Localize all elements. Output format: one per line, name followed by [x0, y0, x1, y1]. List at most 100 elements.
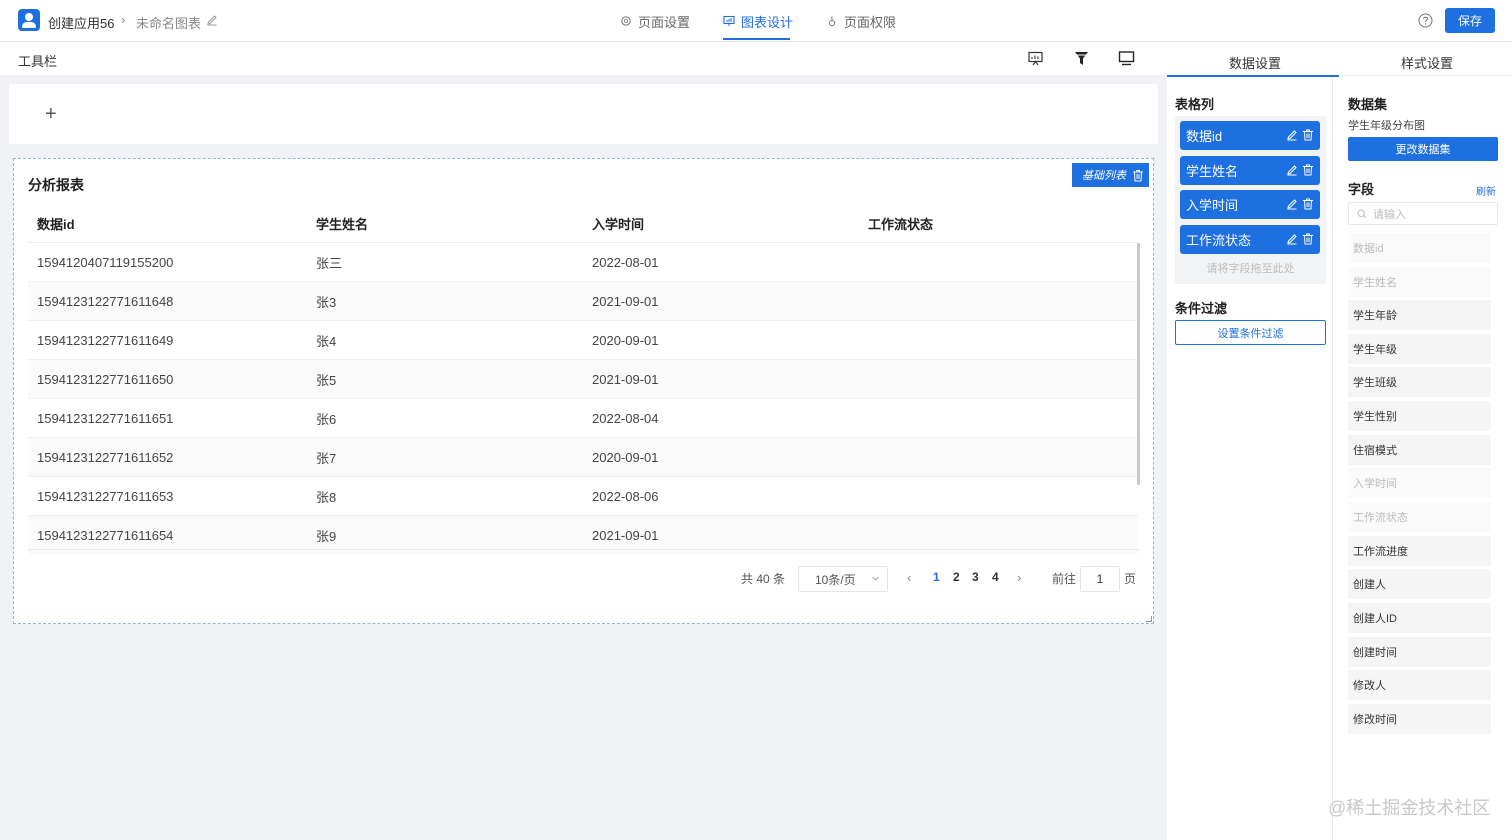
- page-number[interactable]: 1: [933, 570, 940, 584]
- table-row[interactable]: 1594120407119155200 张三 2022-08-01: [28, 243, 1138, 282]
- field-item[interactable]: 学生班级: [1348, 367, 1491, 397]
- component-type-label: 基础列表: [1082, 170, 1126, 182]
- edit-icon[interactable]: [1286, 233, 1298, 245]
- save-button[interactable]: 保存: [1445, 8, 1495, 33]
- set-filter-button[interactable]: 设置条件过滤: [1175, 320, 1326, 345]
- add-button[interactable]: +: [45, 104, 57, 124]
- tab-label: 页面设置: [638, 14, 691, 30]
- field-item[interactable]: 数据id: [1348, 233, 1491, 263]
- trash-icon[interactable]: [1302, 198, 1314, 210]
- cell-id: 1594123122771611648: [37, 293, 174, 309]
- table-row[interactable]: 1594123122771611653 张8 2022-08-06: [28, 477, 1138, 516]
- table-row[interactable]: 1594123122771611649 张4 2020-09-01: [28, 321, 1138, 360]
- prev-page-button[interactable]: ‹: [907, 570, 911, 585]
- table-row[interactable]: 1594123122771611650 张5 2021-09-01: [28, 360, 1138, 399]
- report-card[interactable]: 分析报表 基础列表 数据id 学生姓名 入学时间 工作流状态 159412040…: [13, 158, 1154, 624]
- change-dataset-button[interactable]: 更改数据集: [1348, 137, 1498, 161]
- field-search-input[interactable]: 请输入: [1348, 202, 1498, 225]
- help-icon[interactable]: [1418, 13, 1433, 28]
- cell-date: 2021-09-01: [592, 528, 659, 543]
- cell-id: 1594123122771611651: [37, 410, 174, 426]
- tab-chart-design[interactable]: 图表设计: [723, 13, 794, 30]
- field-item[interactable]: 入学时间: [1348, 468, 1491, 498]
- cell-id: 1594123122771611653: [37, 488, 174, 504]
- edit-icon[interactable]: [1286, 129, 1298, 141]
- edit-icon[interactable]: [1286, 198, 1298, 210]
- field-item[interactable]: 创建人ID: [1348, 603, 1491, 633]
- search-placeholder: 请输入: [1373, 208, 1406, 221]
- trash-icon[interactable]: [1302, 129, 1314, 141]
- field-item[interactable]: 住宿模式: [1348, 435, 1491, 465]
- add-component-card[interactable]: +: [9, 84, 1158, 144]
- field-item[interactable]: 学生性别: [1348, 401, 1491, 431]
- table-scrollbar[interactable]: [1137, 243, 1140, 485]
- column-chip-label: 工作流状态: [1186, 233, 1252, 248]
- field-item[interactable]: 学生姓名: [1348, 267, 1491, 297]
- table-body: 1594120407119155200 张三 2022-08-01 159412…: [28, 243, 1138, 555]
- field-item[interactable]: 学生年级: [1348, 334, 1491, 364]
- monitor-icon[interactable]: [1118, 50, 1135, 67]
- column-header[interactable]: 工作流状态: [859, 214, 1138, 233]
- column-chip[interactable]: 数据id: [1180, 121, 1320, 150]
- table-row[interactable]: 1594123122771611652 张7 2020-09-01: [28, 438, 1138, 477]
- page-number[interactable]: 4: [992, 570, 999, 584]
- field-item[interactable]: 修改时间: [1348, 704, 1491, 734]
- page-size-select[interactable]: 10条/页: [798, 566, 888, 592]
- trash-icon[interactable]: [1132, 169, 1144, 182]
- column-chip[interactable]: 学生姓名: [1180, 156, 1320, 185]
- toolbar: 工具栏: [0, 42, 1167, 75]
- tab-label: 页面权限: [844, 14, 897, 30]
- cell-name: 张3: [316, 294, 337, 310]
- column-header[interactable]: 学生姓名: [307, 214, 583, 233]
- presentation-icon[interactable]: [1027, 50, 1044, 67]
- table-columns-dropzone[interactable]: 数据id 学生姓名 入学时间 工作流状态 请将字段拖至此处: [1175, 116, 1326, 284]
- trash-icon[interactable]: [1302, 233, 1314, 245]
- trash-icon[interactable]: [1302, 164, 1314, 176]
- search-icon: [1357, 208, 1367, 219]
- component-type-tag: 基础列表: [1072, 163, 1149, 187]
- edit-icon[interactable]: [206, 14, 218, 26]
- table-row[interactable]: 1594123122771611648 张3 2021-09-01: [28, 282, 1138, 321]
- tab-page-settings[interactable]: 页面设置: [620, 13, 691, 30]
- page-number[interactable]: 2: [953, 570, 960, 584]
- cell-name: 张9: [316, 529, 337, 544]
- table-row[interactable]: 1594123122771611651 张6 2022-08-04: [28, 399, 1138, 438]
- column-chip[interactable]: 入学时间: [1180, 190, 1320, 219]
- field-item[interactable]: 工作流进度: [1348, 536, 1491, 566]
- tab-page-permissions[interactable]: 页面权限: [826, 13, 897, 30]
- next-page-button[interactable]: ›: [1017, 570, 1021, 585]
- column-header[interactable]: 数据id: [28, 214, 307, 233]
- column-chip-label: 数据id: [1186, 129, 1223, 144]
- app-logo-icon[interactable]: [18, 9, 40, 31]
- edit-icon[interactable]: [1286, 164, 1298, 176]
- field-item[interactable]: 创建时间: [1348, 637, 1491, 667]
- refresh-link[interactable]: 刷新: [1476, 183, 1496, 198]
- cell-id: 1594123122771611654: [37, 528, 174, 543]
- column-header[interactable]: 入学时间: [583, 214, 859, 233]
- page-number[interactable]: 3: [972, 570, 979, 584]
- tab-label: 图表设计: [741, 14, 794, 30]
- cell-date: 2020-09-01: [592, 449, 659, 465]
- column-chip[interactable]: 工作流状态: [1180, 225, 1320, 254]
- cell-name: 张8: [316, 489, 337, 505]
- goto-page-input[interactable]: [1080, 566, 1120, 592]
- chevron-down-icon: [872, 576, 879, 581]
- resize-handle[interactable]: [1146, 616, 1152, 622]
- tab-style-settings[interactable]: 样式设置: [1401, 53, 1453, 72]
- chevron-right-icon: ›: [121, 12, 126, 27]
- filter-icon[interactable]: [1073, 50, 1090, 67]
- cell-date: 2020-09-01: [592, 332, 659, 348]
- cell-name: 张三: [316, 255, 343, 271]
- data-table: 数据id 学生姓名 入学时间 工作流状态 1594120407119155200…: [28, 205, 1138, 555]
- column-chip-label: 入学时间: [1186, 198, 1239, 213]
- field-item[interactable]: 学生年龄: [1348, 300, 1491, 330]
- active-tab-indicator: [723, 38, 790, 40]
- field-item[interactable]: 工作流状态: [1348, 502, 1491, 532]
- field-item[interactable]: 修改人: [1348, 670, 1491, 700]
- field-item[interactable]: 创建人: [1348, 569, 1491, 599]
- tab-data-settings[interactable]: 数据设置: [1229, 53, 1281, 72]
- table-header: 数据id 学生姓名 入学时间 工作流状态: [28, 205, 1138, 243]
- cell-name: 张6: [316, 411, 337, 427]
- app-name[interactable]: 创建应用56: [48, 13, 114, 32]
- dataset-title: 数据集: [1348, 97, 1388, 112]
